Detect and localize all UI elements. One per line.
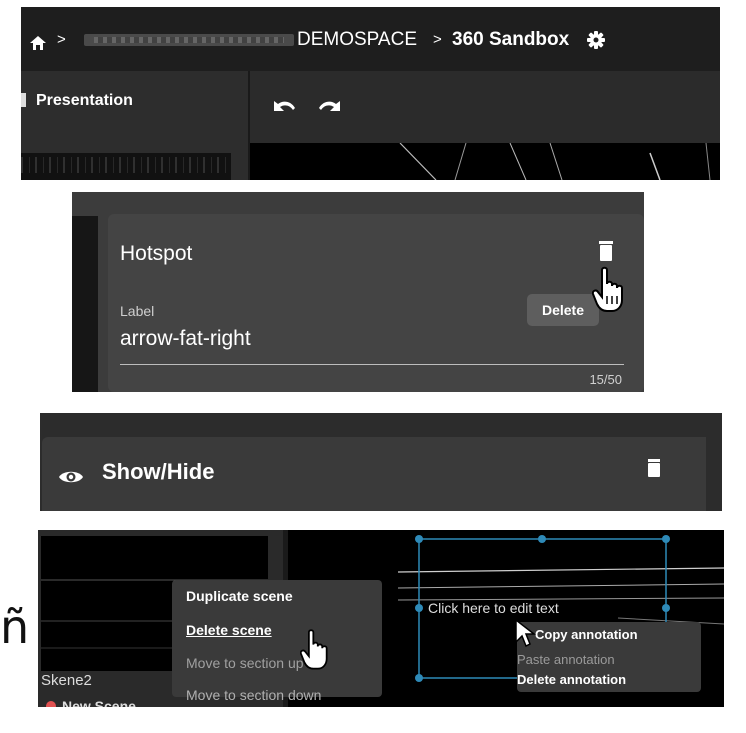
home-icon[interactable] — [29, 35, 47, 51]
breadcrumb-separator: > — [57, 31, 66, 48]
menu-item-delete-annotation[interactable]: Delete annotation — [517, 672, 626, 687]
hand-cursor-icon — [300, 629, 328, 670]
breadcrumb-separator: > — [433, 31, 442, 48]
trash-icon[interactable] — [598, 240, 614, 262]
breadcrumb-workspace[interactable]: DEMOSPACE — [297, 27, 417, 53]
menu-item-duplicate-scene[interactable]: Duplicate scene — [186, 588, 293, 604]
show-hide-label: Show/Hide — [102, 459, 215, 484]
app-header-panel: > DEMOSPACE > 360 Sandbox Presentation — [21, 7, 720, 180]
text-placeholder[interactable]: Click here to edit text — [428, 600, 559, 616]
add-icon — [46, 701, 56, 707]
menu-item-copy-annotation[interactable]: Copy annotation — [535, 627, 638, 642]
scene-context-menu: Duplicate scene Delete scene Move to sec… — [172, 580, 382, 703]
menu-item-move-down[interactable]: Move to section down — [186, 687, 321, 703]
left-strip — [72, 216, 98, 392]
top-bar: > DEMOSPACE > 360 Sandbox — [21, 7, 720, 71]
scene-thumbnail-strip — [21, 153, 231, 180]
hotspot-panel: Hotspot Label Delete arrow-fat-right 15/… — [72, 192, 644, 392]
redo-icon[interactable] — [318, 97, 344, 115]
presentation-label: Presentation — [36, 92, 133, 109]
context-menu-panel: Skene2 New Scene Click here to edit text… — [38, 530, 724, 707]
menu-item-paste-annotation[interactable]: Paste annotation — [517, 652, 615, 667]
char-counter: 15/50 — [589, 372, 622, 387]
annotation-context-menu: Copy annotation Paste annotation Delete … — [517, 622, 701, 692]
arrow-cursor-icon — [515, 618, 536, 648]
trash-icon[interactable] — [647, 458, 661, 478]
label-field-label: Label — [120, 303, 155, 319]
gear-icon[interactable] — [586, 30, 606, 50]
input-underline — [120, 364, 624, 365]
hotspot-title: Hotspot — [120, 242, 193, 265]
show-hide-panel: Show/Hide — [40, 413, 722, 511]
menu-item-delete-scene[interactable]: Delete scene — [186, 622, 272, 638]
blurred-workspace-name — [84, 34, 294, 46]
viewport-lines — [399, 142, 711, 180]
breadcrumb-project[interactable]: 360 Sandbox — [452, 27, 569, 53]
stray-glyph: ñ — [0, 600, 30, 654]
presentation-tab[interactable]: Presentation — [21, 89, 133, 113]
undo-icon[interactable] — [270, 97, 296, 115]
hand-cursor-icon — [592, 266, 623, 312]
menu-item-move-up[interactable]: Move to section up — [186, 655, 304, 671]
presentation-icon — [21, 93, 26, 107]
scene-label[interactable]: Skene2 — [41, 672, 92, 689]
toolbar — [250, 71, 720, 143]
viewport-preview[interactable] — [250, 142, 720, 180]
new-scene-label: New Scene — [62, 698, 136, 707]
delete-tooltip: Delete — [527, 294, 599, 326]
eye-icon — [59, 471, 83, 483]
label-input[interactable]: arrow-fat-right — [120, 327, 251, 351]
new-scene-button[interactable]: New Scene — [46, 698, 136, 707]
